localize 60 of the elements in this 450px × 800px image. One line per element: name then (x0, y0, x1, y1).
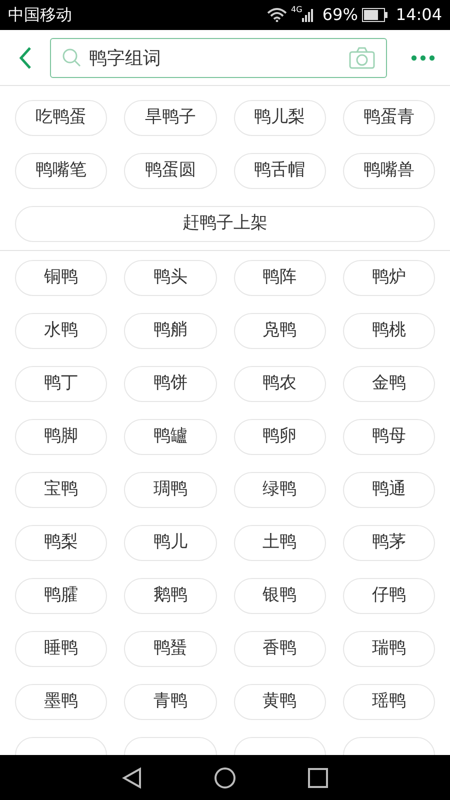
battery-icon (362, 8, 388, 22)
word-chip[interactable]: 鸭儿 (124, 525, 216, 561)
word-chip[interactable]: 鸭蛋圆 (124, 153, 216, 189)
word-chip[interactable]: 青鸭 (124, 684, 216, 720)
signal-icon (302, 8, 314, 22)
search-icon (62, 48, 82, 68)
word-chip[interactable]: 鸭丁 (15, 366, 108, 402)
home-icon[interactable] (214, 766, 236, 788)
word-chip[interactable]: 墨鸭 (15, 684, 108, 720)
back-nav-icon[interactable] (122, 766, 142, 788)
wifi-icon (267, 8, 288, 22)
camera-icon[interactable] (349, 46, 375, 68)
word-chip[interactable]: 鸭嘴兽 (342, 153, 435, 189)
word-chip[interactable]: 水鸭 (15, 313, 108, 349)
word-chip[interactable]: 银鸭 (234, 578, 326, 614)
word-chip[interactable]: 宝鸭 (15, 472, 108, 508)
word-chip[interactable]: 睡鸭 (15, 631, 108, 667)
word-chip[interactable]: 凫鸭 (234, 313, 326, 349)
word-chip[interactable]: 吃鸭蛋 (15, 100, 108, 136)
word-chip[interactable]: 旱鸭子 (124, 100, 216, 136)
word-chip[interactable]: 鸭茅 (342, 525, 435, 561)
word-chip[interactable]: 香鸭 (234, 631, 326, 667)
word-chip[interactable]: 铜鸭 (15, 260, 108, 296)
recent-apps-icon[interactable] (308, 768, 328, 788)
word-chip[interactable]: 金鸭 (342, 366, 435, 402)
word-chip[interactable]: 鸭罏 (124, 419, 216, 455)
back-icon (18, 46, 32, 70)
word-chip[interactable]: 鸭母 (342, 419, 435, 455)
word-chip[interactable]: 鸭臛 (15, 578, 108, 614)
word-chip[interactable]: 鸭儿梨 (234, 100, 326, 136)
word-chip[interactable]: 鸭舌帽 (234, 153, 326, 189)
word-chip[interactable]: 鸭阵 (234, 260, 326, 296)
word-chip[interactable]: 鸭蜑 (124, 631, 216, 667)
word-chip[interactable]: 鸭农 (234, 366, 326, 402)
word-chip[interactable]: 鸭头 (124, 260, 216, 296)
word-chip[interactable]: 仔鸭 (342, 578, 435, 614)
carrier-label: 中国移动 (8, 4, 72, 26)
word-chip[interactable]: 鸭通 (342, 472, 435, 508)
word-chip[interactable]: 鸭脚 (15, 419, 108, 455)
battery-label: 69% (322, 4, 358, 26)
word-chip[interactable]: 鸭嘴笔 (15, 153, 108, 189)
word-chip[interactable]: 赶鸭子上架 (15, 206, 435, 242)
word-chip[interactable]: 鸭炉 (342, 260, 435, 296)
word-chip[interactable]: 鸭蛋青 (342, 100, 435, 136)
word-chip[interactable]: 绿鸭 (234, 472, 326, 508)
word-chip[interactable]: 鸭卵 (234, 419, 326, 455)
word-chip[interactable]: 土鸭 (234, 525, 326, 561)
word-chip[interactable]: 鹅鸭 (124, 578, 216, 614)
word-chip[interactable]: 琱鸭 (124, 472, 216, 508)
word-chip[interactable]: 瑶鸭 (342, 684, 435, 720)
word-chip[interactable]: 瑞鸭 (342, 631, 435, 667)
word-chip[interactable]: 鸭饼 (124, 366, 216, 402)
word-chip[interactable]: 鸭桃 (342, 313, 435, 349)
word-chip[interactable]: 鸭艄 (124, 313, 216, 349)
more-icon (411, 54, 435, 60)
search-field[interactable]: 鸭字组词 (50, 38, 387, 78)
network-label: 4G (291, 4, 302, 16)
word-chip[interactable]: 黄鸭 (234, 684, 326, 720)
word-chip[interactable]: 鸭梨 (15, 525, 108, 561)
clock-label: 14:04 (396, 4, 442, 26)
